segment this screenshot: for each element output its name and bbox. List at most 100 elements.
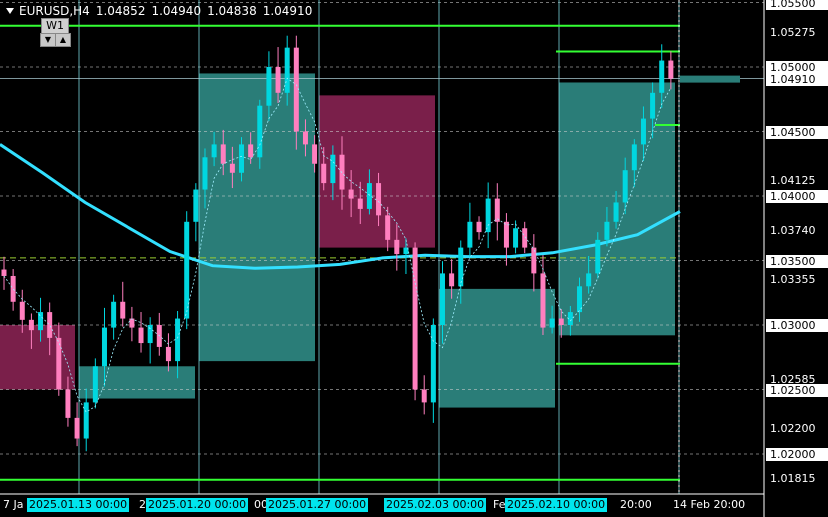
week-start-time-label: 2025.02.10 00:00 <box>505 498 608 512</box>
candle-bear <box>138 327 144 344</box>
timeframe-selector: W1 ▼ ▲ <box>38 18 71 47</box>
candle-bull <box>604 221 610 240</box>
candle-bear <box>503 221 509 248</box>
ohlc-high: 1.04940 <box>151 4 202 18</box>
week-start-time-label: 2025.01.27 00:00 <box>266 498 369 512</box>
candle-bear <box>165 346 171 362</box>
candle-bear <box>74 417 80 439</box>
ohlc-close: 1.04910 <box>262 4 313 18</box>
candle-bear <box>339 154 345 190</box>
time-label: 14 Feb 20:00 <box>673 498 746 511</box>
chart-header: EURUSD,H4 1.04852 1.04940 1.04838 1.04910 <box>2 3 318 19</box>
candle-bear <box>56 337 62 390</box>
candle-bull <box>595 239 601 274</box>
candle-bull <box>485 198 491 233</box>
candle-bear <box>248 144 254 158</box>
candle-bull <box>613 202 619 222</box>
symbol-label: EURUSD,H4 <box>19 4 90 18</box>
price-label: 1.05275 <box>770 25 816 39</box>
candle-bull <box>202 157 208 190</box>
candle-bull <box>92 366 98 403</box>
price-label: 1.03355 <box>770 273 816 287</box>
price-label: 1.05500 <box>766 0 828 10</box>
candle-bull <box>430 325 436 403</box>
timeframe-label[interactable]: W1 <box>41 18 69 34</box>
time-label: 7 Ja <box>3 498 24 511</box>
weekly-zones <box>0 73 675 408</box>
current-price-label: 1.04910 <box>766 72 828 86</box>
candle-bull <box>640 118 646 145</box>
price-label: 1.03000 <box>766 319 828 332</box>
price-chart[interactable] <box>0 0 828 517</box>
candle-bull <box>211 144 217 158</box>
candle-bear <box>421 389 427 403</box>
candle-bull <box>330 154 336 184</box>
candle-bear <box>19 301 25 320</box>
candle-bull <box>458 247 464 287</box>
candle-bear <box>558 318 564 325</box>
candle-bear <box>120 301 126 319</box>
candle-bull <box>549 318 555 328</box>
candle-bull <box>101 327 107 367</box>
candle-bull <box>586 273 592 287</box>
candle-bear <box>312 144 318 164</box>
price-label: 1.03500 <box>766 254 828 268</box>
candle-bear <box>376 183 382 216</box>
candle-bull <box>513 228 519 248</box>
candle-bear <box>47 312 53 338</box>
bid-marker <box>680 75 740 83</box>
candle-bear <box>522 228 528 248</box>
price-label: 1.02500 <box>766 383 828 397</box>
week-start-time-label: 2025.02.03 00:00 <box>384 498 487 512</box>
candle-bear <box>293 47 299 132</box>
candle-bear <box>220 144 226 164</box>
candle-bear <box>302 131 308 145</box>
candle-bull <box>467 221 473 248</box>
price-label: 1.04500 <box>766 125 828 139</box>
price-label: 1.01815 <box>770 471 816 485</box>
candle-bear <box>321 163 327 184</box>
candle-bull <box>239 144 245 173</box>
candle-bull <box>622 170 628 203</box>
price-label: 1.04125 <box>770 173 816 187</box>
time-label: Fe <box>493 498 506 511</box>
weekly-zone-bear <box>0 325 75 390</box>
candle-bull <box>266 67 272 106</box>
ohlc-open: 1.04852 <box>95 4 146 18</box>
price-label: 1.03740 <box>770 223 816 237</box>
candle-bull <box>284 47 290 93</box>
candle-bear <box>531 247 537 274</box>
candle-bear <box>394 239 400 255</box>
candle-bull <box>366 183 372 209</box>
price-label: 1.02200 <box>770 422 816 436</box>
candle-bull <box>631 144 637 171</box>
time-label: 2 <box>139 498 146 511</box>
scroll-down-icon[interactable]: ▼ <box>40 33 56 47</box>
candle-bear <box>129 318 135 328</box>
candle-bear <box>229 163 235 173</box>
candle-bear <box>412 247 418 390</box>
candle-bear <box>668 60 674 79</box>
weekly-zone-bear <box>319 95 435 248</box>
collapse-triangle-icon[interactable] <box>6 8 14 14</box>
candle-bear <box>348 189 354 199</box>
candle-bull <box>257 105 263 158</box>
candle-bull <box>147 325 153 344</box>
candle-bear <box>357 198 363 209</box>
candle-bear <box>10 275 16 302</box>
candle-bear <box>494 198 500 222</box>
time-label: 20:00 <box>620 498 652 511</box>
ohlc-low: 1.04838 <box>207 4 257 18</box>
week-start-time-label: 2025.01.20 00:00 <box>146 498 249 512</box>
candle-bear <box>28 319 34 331</box>
candle-bull <box>659 60 665 93</box>
candle-bear <box>275 67 281 93</box>
scroll-up-icon[interactable]: ▲ <box>55 33 71 47</box>
price-label: 1.04000 <box>766 190 828 203</box>
candle-bull <box>650 92 656 119</box>
candle-bear <box>476 221 482 233</box>
candle-bull <box>83 402 89 439</box>
candle-bull <box>175 318 181 362</box>
candle-bull <box>193 189 199 222</box>
candle-bull <box>111 301 117 328</box>
